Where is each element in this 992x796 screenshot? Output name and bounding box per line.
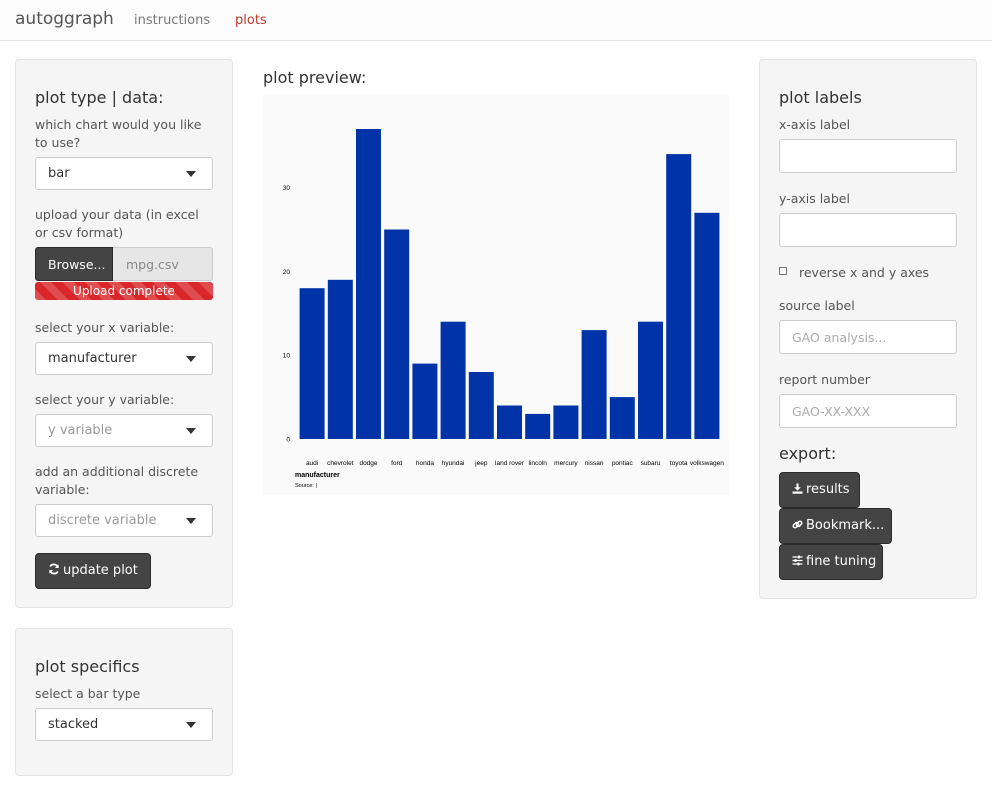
y-axis-label-caption: y-axis label [779,191,850,206]
reverse-axes-label[interactable]: reverse x and y axes [799,264,929,282]
browse-button[interactable]: Browse... [35,247,113,281]
bar-type-value: stacked [48,717,99,732]
chevron-down-icon [186,518,196,524]
x-tick-label: subaru [641,460,661,467]
bookmark-label: Bookmark... [806,518,885,533]
chevron-down-icon [186,722,196,728]
fine-tuning-label: fine tuning [806,554,877,569]
y-tick-label: 20 [283,269,291,276]
x-tick-label: honda [416,460,434,467]
bar-land-rover [497,405,522,439]
bar-pontiac [609,397,635,439]
bar-chevrolet [327,279,353,439]
app-brand[interactable]: autoggraph [15,9,114,29]
y-axis-label-input[interactable] [779,213,957,247]
export-title: export: [779,444,837,463]
plot-preview-title: plot preview: [263,68,367,87]
source-note: Source: | [295,483,317,489]
chart-type-label: which chart would you like to use? [35,117,202,150]
chevron-down-icon [186,356,196,362]
plot-specifics-title: plot specifics [35,657,140,676]
x-axis-label-input[interactable] [779,139,957,173]
x-tick-label: land rover [495,460,525,467]
upload-label: upload your data (in excel or csv format… [35,207,199,240]
x-tick-label: chevrolet [327,460,354,467]
y-tick-label: 30 [283,185,291,192]
x-tick-label: jeep [474,460,488,467]
bar-honda [412,363,438,439]
update-plot-button[interactable]: update plot [35,553,151,589]
x-tick-label: ford [391,460,403,467]
report-number-input[interactable]: GAO-XX-XXX [779,394,957,428]
x-tick-label: nissan [585,460,604,467]
x-variable-value: manufacturer [48,351,137,366]
bookmark-button[interactable]: Bookmark... [779,508,892,544]
x-tick-label: hyundai [442,460,465,467]
fine-tuning-button[interactable]: fine tuning [779,544,883,580]
source-label-caption: source label [779,298,855,313]
plot-labels-title: plot labels [779,88,862,107]
x-axis-title: manufacturer [295,472,340,479]
sliders-icon [792,555,803,566]
x-tick-label: toyota [670,460,688,467]
bar-mercury [553,405,579,439]
update-plot-label: update plot [63,563,138,578]
discrete-variable-label: add an additional discrete variable: [35,464,199,497]
x-tick-label: pontiac [612,460,634,467]
x-tick-label: mercury [554,460,578,467]
x-variable-label: select your x variable: [35,320,175,335]
chevron-down-icon [186,171,196,177]
report-number-caption: report number [779,372,870,387]
bar-volkswagen [694,212,720,439]
chart-type-select[interactable]: bar [35,157,213,190]
bar-type-select[interactable]: stacked [35,708,213,741]
bar-ford [384,229,410,439]
x-tick-label: lincoln [528,460,547,467]
bar-hyundai [440,321,466,439]
results-button[interactable]: results [779,472,860,508]
x-tick-label: dodge [359,460,377,467]
upload-progress-bar: Upload complete [35,282,213,300]
bar-type-label: select a bar type [35,686,141,701]
tab-plots[interactable]: plots [235,13,267,28]
x-tick-label: volkswagen [690,460,724,467]
refresh-icon [49,563,59,575]
link-icon [792,520,803,529]
bar-toyota [666,154,692,439]
y-variable-label: select your y variable: [35,392,175,407]
bar-chart: 0 10 20 30 audi chevrolet dodge ford honda hyund… [283,129,724,489]
chart-type-value: bar [48,166,70,181]
x-tick-label: audi [306,460,318,467]
x-variable-select[interactable]: manufacturer [35,342,213,375]
bar-lincoln [525,413,551,439]
download-icon [792,483,803,494]
y-variable-select[interactable]: y variable [35,414,213,447]
bar-audi [299,288,325,439]
results-label: results [806,482,850,497]
discrete-variable-select[interactable]: discrete variable [35,504,213,537]
navbar: autoggraph instructions plots [0,0,992,41]
bar-jeep [468,372,494,439]
y-tick-label: 0 [286,437,290,444]
chevron-down-icon [186,428,196,434]
y-tick-label: 10 [283,353,291,360]
plot-type-title: plot type | data: [35,88,164,107]
x-axis-label-caption: x-axis label [779,117,851,132]
bar-dodge [356,129,381,439]
bar-nissan [581,330,607,439]
discrete-variable-placeholder: discrete variable [48,513,157,528]
file-name-field[interactable]: mpg.csv [113,247,213,281]
tab-instructions[interactable]: instructions [134,13,210,28]
y-variable-placeholder: y variable [48,423,113,438]
reverse-axes-checkbox[interactable] [779,267,787,275]
bar-subaru [638,321,663,439]
plot-preview-area: 0 10 20 30 audi chevrolet dodge ford honda hyund… [263,94,729,495]
source-label-input[interactable]: GAO analysis... [779,320,957,354]
